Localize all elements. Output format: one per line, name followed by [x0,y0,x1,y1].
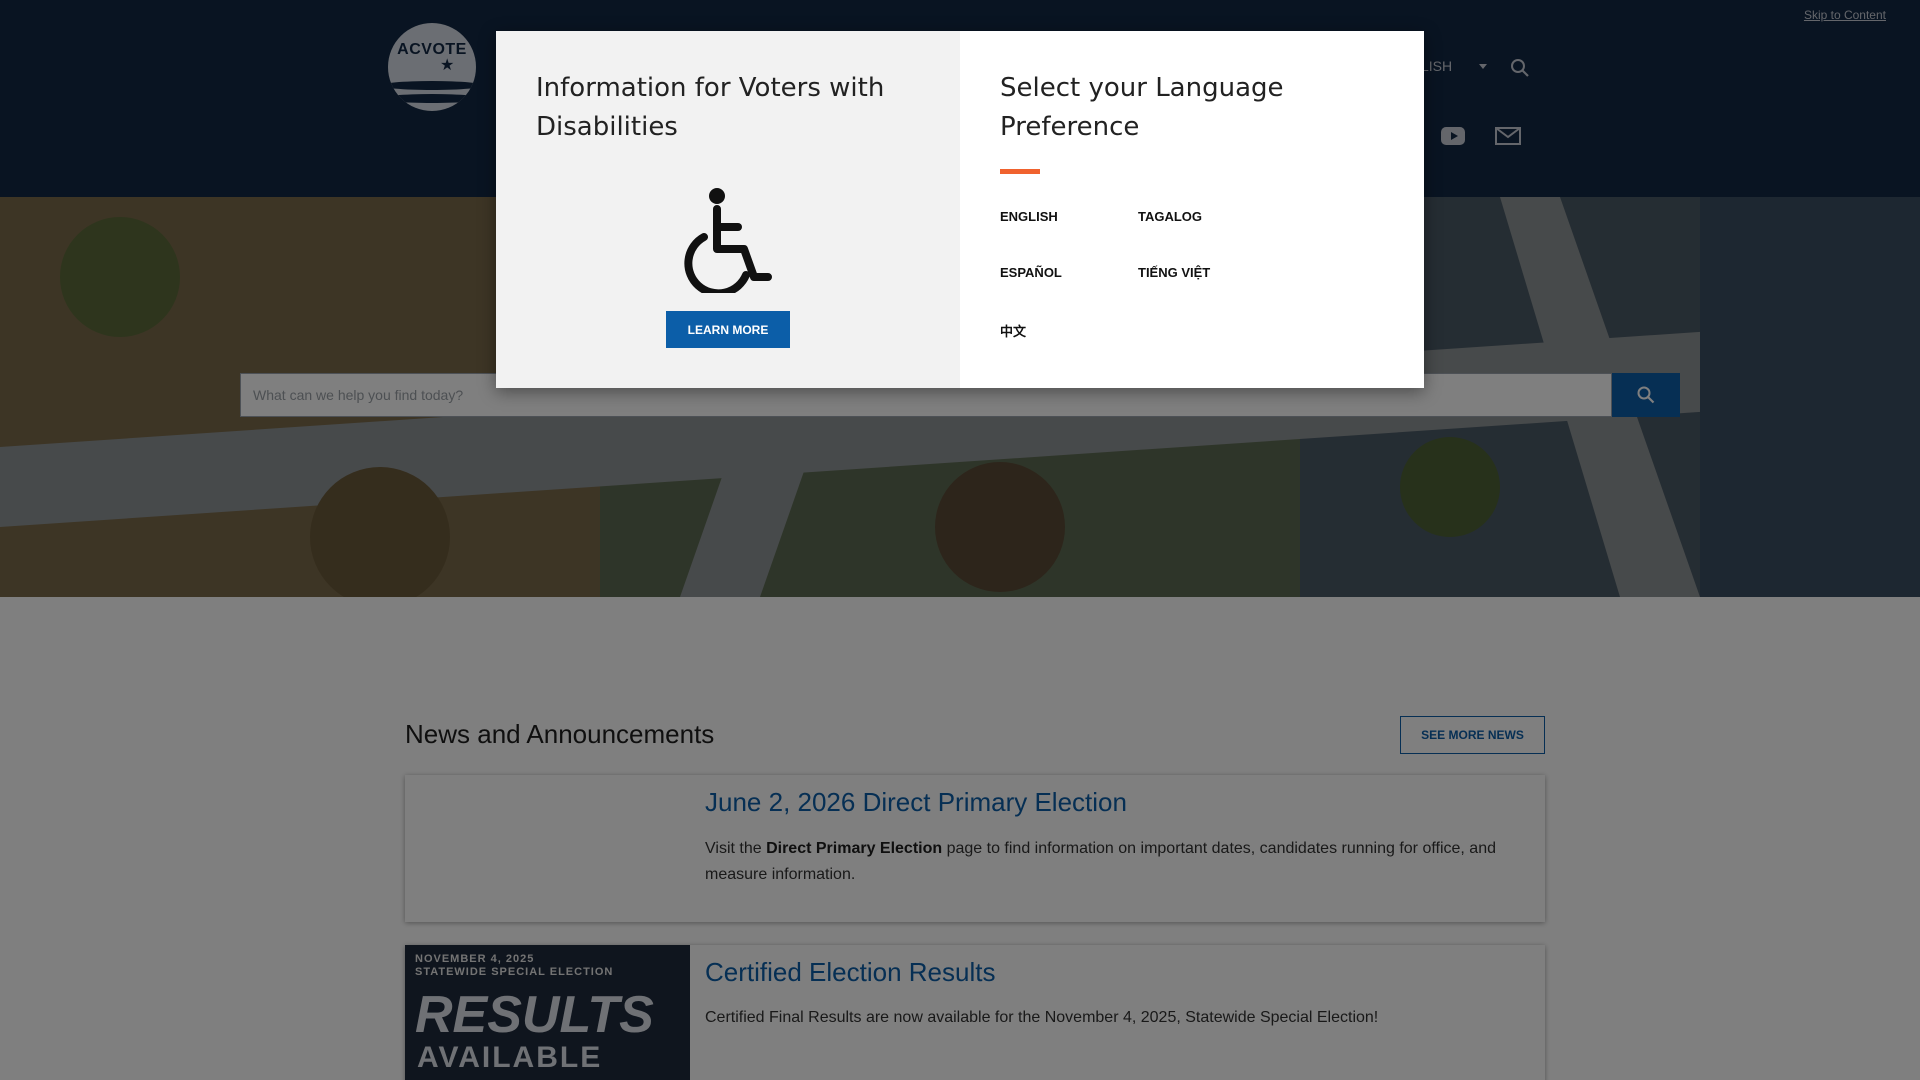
language-option-tagalog[interactable]: TAGALOG [1138,209,1202,224]
language-modal: Information for Voters with Disabilities… [496,31,1424,388]
disabilities-heading: Information for Voters with Disabilities [536,73,885,142]
page: Skip to Content ACVOTE ★ NGLISH [0,0,1920,1080]
disabilities-panel: Information for Voters with Disabilities… [496,31,960,388]
language-option-english[interactable]: ENGLISH [1000,209,1058,224]
language-panel: Select your Language Preference ENGLISH … [960,31,1424,388]
learn-more-button[interactable]: LEARN MORE [666,311,790,348]
wheelchair-icon [684,188,772,293]
heading-accent-bar [1000,169,1040,174]
language-option-espanol[interactable]: ESPAÑOL [1000,265,1062,280]
language-heading: Select your Language Preference [1000,73,1284,142]
language-option-chinese[interactable]: 中文 [1000,321,1026,340]
language-option-vietnamese[interactable]: TIẾNG VIỆT [1138,265,1210,280]
